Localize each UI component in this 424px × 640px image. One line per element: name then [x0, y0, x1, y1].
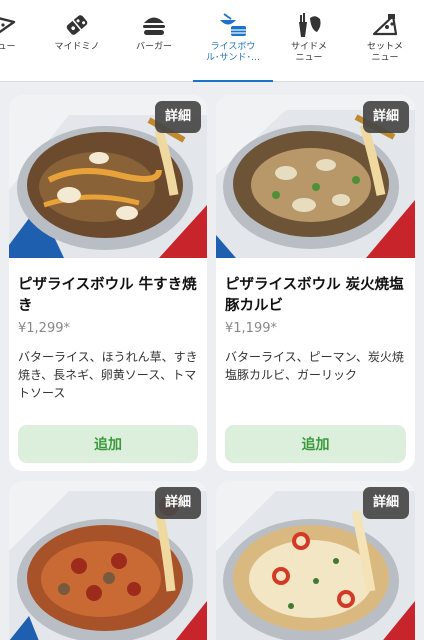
product-image-pork-kalbi: 詳細 — [216, 95, 415, 258]
product-description: バターライス、ほうれん草、すき焼き、長ネギ、卵黄ソース、トマトソース — [18, 350, 198, 400]
product-price: ¥1,299* — [18, 321, 70, 336]
detail-badge[interactable]: 詳細 — [363, 487, 409, 519]
detail-badge[interactable]: 詳細 — [363, 101, 409, 133]
tab-label: マイドミノ — [54, 42, 100, 52]
tab-label: セットメ ニュー — [366, 42, 403, 63]
tab-label: ニュー — [0, 42, 16, 52]
pizza-slice-icon — [0, 17, 16, 34]
tab-label: サイドメ ニュー — [290, 42, 327, 63]
detail-badge[interactable]: 詳細 — [155, 487, 201, 519]
burger-icon — [143, 17, 165, 35]
product-price: ¥1,199* — [225, 321, 277, 336]
product-name: ピザライスボウル 炭火焼塩豚カルビ — [225, 277, 404, 314]
product-card[interactable]: 詳細 ピザライスボウル 炭火焼塩豚カルビ ¥1,199* バターライス、ピーマン… — [216, 95, 415, 471]
tab-burger[interactable]: バーガー — [114, 12, 194, 80]
add-button[interactable]: 追加 — [18, 425, 198, 463]
tab-menu[interactable]: ニュー — [0, 12, 42, 80]
product-description: バターライス、ピーマン、炭火焼塩豚カルビ、ガーリック — [225, 350, 404, 382]
tab-side-menu[interactable]: サイドメ ニュー — [269, 12, 349, 80]
product-card[interactable]: 詳細 — [9, 481, 207, 640]
rice-bowl-sandwich-icon — [220, 13, 246, 36]
product-image-margherita: 詳細 — [216, 481, 415, 640]
tab-label: ライスボウ ル･サンド･… — [205, 42, 260, 63]
product-image-pepperoni: 詳細 — [9, 481, 207, 640]
tab-set-menu[interactable]: セットメ ニュー — [345, 12, 424, 80]
tab-label: バーガー — [135, 42, 172, 52]
product-image-beef-sukiyaki: 詳細 — [9, 95, 207, 258]
tab-rice-bowl-sandwich[interactable]: ライスボウ ル･サンド･… — [193, 12, 273, 82]
set-menu-icon — [372, 14, 398, 36]
tab-my-domino[interactable]: マイドミノ — [37, 12, 117, 80]
domino-logo-icon — [66, 15, 88, 35]
side-menu-icon — [299, 13, 321, 37]
detail-badge[interactable]: 詳細 — [155, 101, 201, 133]
add-button[interactable]: 追加 — [225, 425, 406, 463]
category-tabs: ニュー マイドミノ バーガー ライスボウ ル･サンド･… — [0, 0, 424, 82]
product-name: ピザライスボウル 牛すき焼き — [18, 277, 197, 314]
product-card[interactable]: 詳細 — [216, 481, 415, 640]
product-card[interactable]: 詳細 ピザライスボウル 牛すき焼き ¥1,299* バターライス、ほうれん草、す… — [9, 95, 207, 471]
